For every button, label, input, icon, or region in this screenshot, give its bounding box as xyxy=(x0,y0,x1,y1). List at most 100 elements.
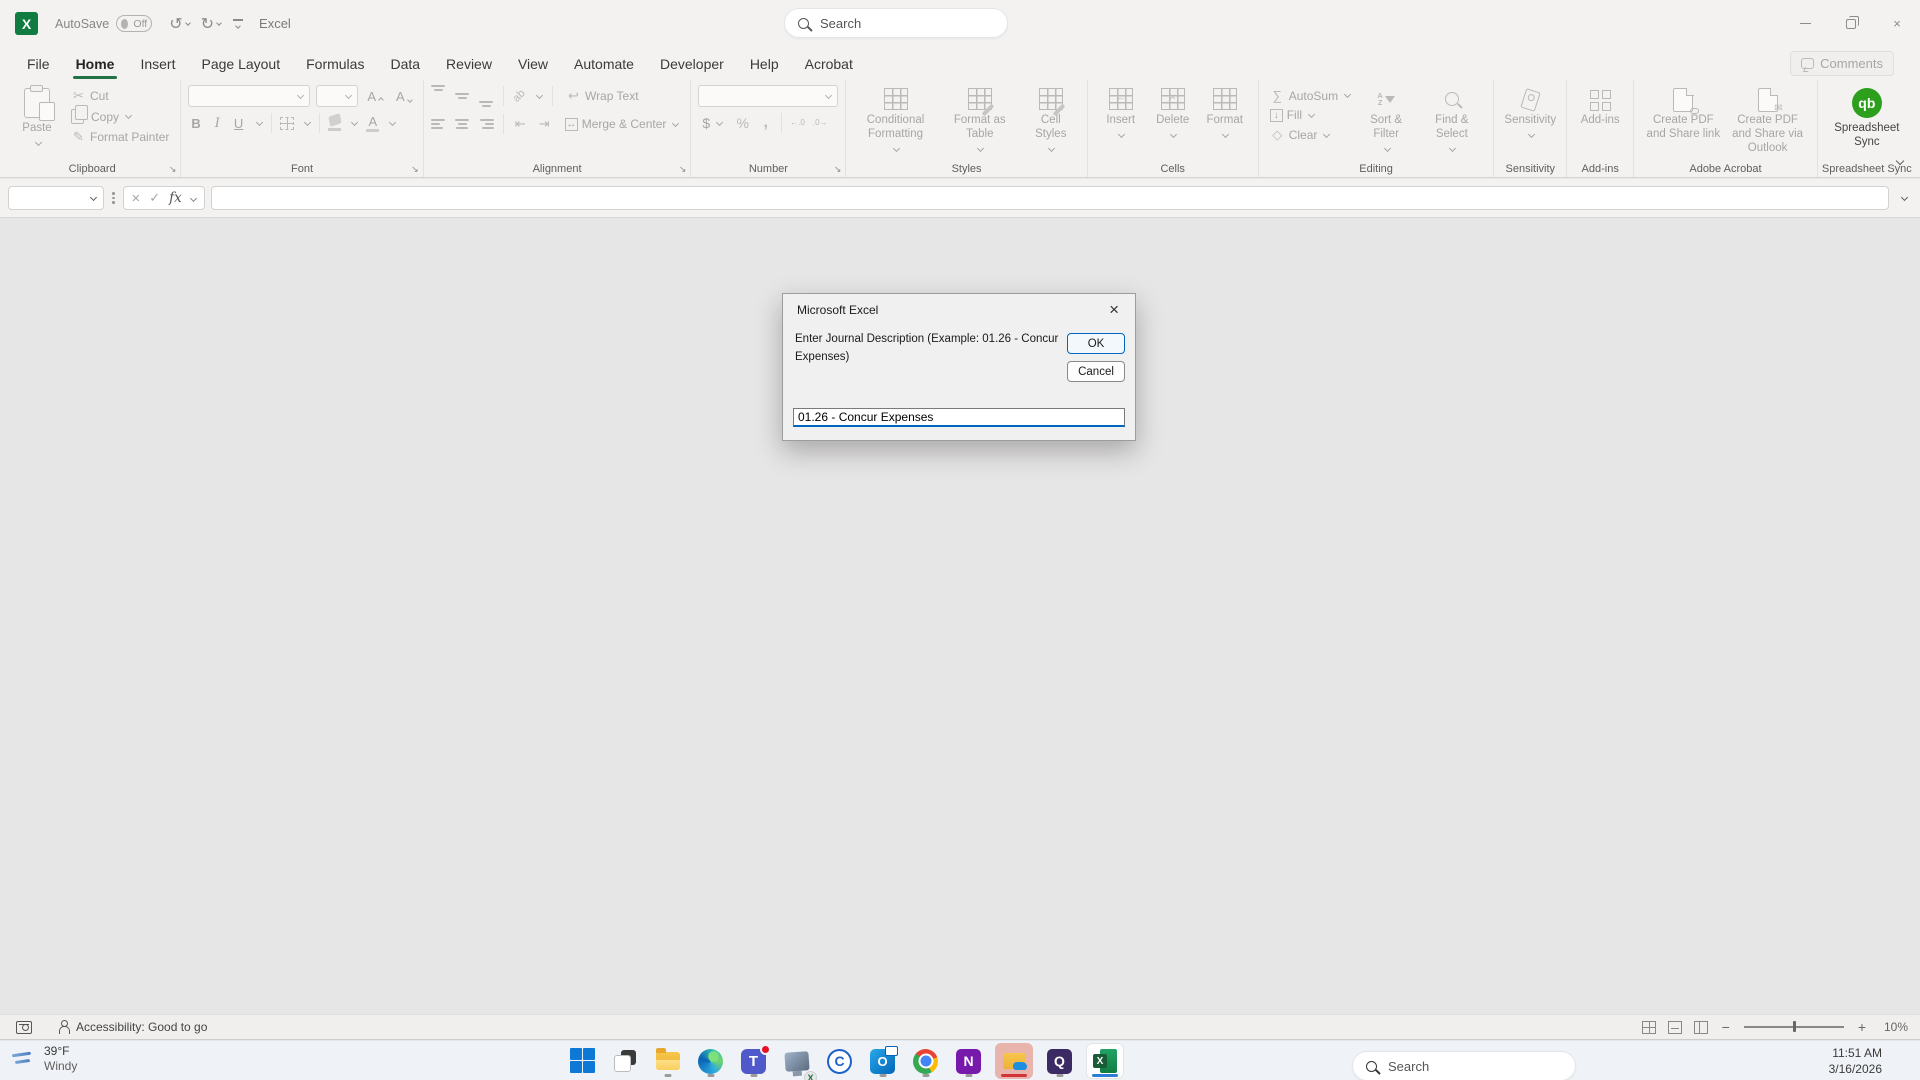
format-painter-button[interactable]: ✎Format Painter xyxy=(67,128,173,146)
tab-page-layout[interactable]: Page Layout xyxy=(188,49,293,79)
zoom-in-button[interactable]: + xyxy=(1856,1019,1868,1035)
tab-acrobat[interactable]: Acrobat xyxy=(792,49,866,79)
tab-file[interactable]: File xyxy=(14,49,63,79)
fill-color-button[interactable] xyxy=(328,115,341,131)
edge-button[interactable] xyxy=(694,1043,727,1079)
cancel-entry-icon[interactable]: × xyxy=(132,190,141,207)
minimize-button[interactable] xyxy=(1782,0,1828,47)
tab-data[interactable]: Data xyxy=(377,49,433,79)
chevron-down-icon[interactable] xyxy=(125,112,132,119)
enter-entry-icon[interactable]: ✓ xyxy=(149,190,160,206)
q-app-button[interactable]: Q xyxy=(1043,1043,1076,1079)
file-explorer-button[interactable] xyxy=(651,1043,684,1079)
chevron-down-icon[interactable] xyxy=(185,20,191,26)
font-dialog-launcher[interactable]: ↘ xyxy=(411,165,419,174)
align-center-icon[interactable] xyxy=(455,119,470,129)
increase-indent-icon[interactable]: ⇥ xyxy=(537,116,552,132)
close-button[interactable]: × xyxy=(1874,0,1920,47)
onenote-button[interactable]: N xyxy=(952,1043,985,1079)
delete-cells-button[interactable]: × Delete xyxy=(1147,85,1199,142)
cell-styles-button[interactable]: Cell Styles xyxy=(1022,85,1080,156)
ok-button[interactable]: OK xyxy=(1067,333,1125,354)
zoom-slider-thumb[interactable] xyxy=(1793,1021,1796,1032)
bottom-align-icon[interactable] xyxy=(479,101,494,107)
insert-function-button[interactable]: fx xyxy=(169,190,182,206)
spreadsheet-sync-button[interactable]: qb Spreadsheet Sync xyxy=(1825,85,1909,153)
chevron-down-icon[interactable] xyxy=(190,194,197,201)
increase-decimal-icon[interactable]: ←.0 xyxy=(790,119,805,127)
titlebar-search-box[interactable]: Search xyxy=(784,8,1008,38)
font-size-combo[interactable] xyxy=(316,85,358,107)
cancel-button[interactable]: Cancel xyxy=(1067,361,1125,382)
clipboard-dialog-launcher[interactable]: ↘ xyxy=(169,165,177,174)
autosum-button[interactable]: ∑AutoSum xyxy=(1266,87,1355,104)
shrink-font-button[interactable]: A xyxy=(393,89,416,104)
tab-formulas[interactable]: Formulas xyxy=(293,49,377,79)
bold-button[interactable]: B xyxy=(188,116,203,131)
macro-record-icon[interactable] xyxy=(16,1021,32,1034)
top-align-icon[interactable] xyxy=(431,85,446,91)
chevron-down-icon[interactable] xyxy=(536,91,543,98)
tab-developer[interactable]: Developer xyxy=(647,49,737,79)
name-box[interactable] xyxy=(8,186,104,210)
teams-button[interactable]: T xyxy=(737,1043,770,1079)
excel-app-icon[interactable]: X xyxy=(15,12,38,35)
chevron-down-icon[interactable] xyxy=(1323,130,1330,137)
chevron-down-icon[interactable] xyxy=(256,118,263,125)
sort-filter-button[interactable]: AZ Sort & Filter xyxy=(1355,85,1417,156)
italic-button[interactable]: I xyxy=(212,116,223,131)
start-button[interactable] xyxy=(568,1043,598,1079)
chevron-down-icon[interactable] xyxy=(34,139,41,146)
autosave-toggle[interactable]: Off xyxy=(116,15,152,32)
chevron-down-icon[interactable] xyxy=(304,118,311,125)
decrease-indent-icon[interactable]: ⇤ xyxy=(513,116,528,132)
zoom-out-button[interactable]: − xyxy=(1720,1019,1732,1035)
task-view-button[interactable] xyxy=(608,1043,641,1079)
decrease-decimal-icon[interactable]: .0→ xyxy=(813,119,828,127)
chevron-down-icon[interactable] xyxy=(389,118,396,125)
tab-insert[interactable]: Insert xyxy=(127,49,188,79)
zoom-slider[interactable] xyxy=(1744,1026,1844,1028)
borders-icon[interactable] xyxy=(280,117,294,130)
expand-formula-bar-button[interactable] xyxy=(1895,191,1912,205)
create-pdf-outlook-button[interactable]: ✉ Create PDF and Share via Outlook xyxy=(1725,85,1809,158)
chevron-down-icon[interactable] xyxy=(1344,91,1351,98)
create-pdf-share-link-button[interactable]: Create PDF and Share link xyxy=(1641,85,1725,145)
format-cells-button[interactable]: Format xyxy=(1199,85,1251,142)
taskbar-search-box[interactable]: Search xyxy=(1352,1051,1576,1080)
tab-home[interactable]: Home xyxy=(63,49,128,79)
copy-button[interactable]: Copy xyxy=(67,108,173,125)
excel-taskbar-button[interactable]: X xyxy=(1086,1043,1124,1079)
chevron-down-icon[interactable] xyxy=(716,118,723,125)
accessibility-status[interactable]: Accessibility: Good to go xyxy=(58,1020,207,1034)
chevron-down-icon[interactable] xyxy=(90,193,97,200)
onedrive-folder-button[interactable] xyxy=(995,1043,1033,1079)
undo-button[interactable]: ↺ xyxy=(166,12,193,36)
tab-automate[interactable]: Automate xyxy=(561,49,647,79)
align-left-icon[interactable] xyxy=(431,119,446,129)
chevron-down-icon[interactable] xyxy=(1308,110,1315,117)
cut-button[interactable]: ✂Cut xyxy=(67,87,173,105)
restore-button[interactable] xyxy=(1828,0,1874,47)
conditional-formatting-button[interactable]: Conditional Formatting xyxy=(853,85,937,156)
chevron-down-icon[interactable] xyxy=(351,118,358,125)
collapse-ribbon-button[interactable] xyxy=(1894,155,1904,169)
number-format-combo[interactable] xyxy=(698,85,838,107)
find-select-button[interactable]: Find & Select xyxy=(1417,85,1486,156)
grow-font-button[interactable]: A xyxy=(364,89,387,104)
comments-button[interactable]: Comments xyxy=(1790,51,1894,76)
addins-button[interactable]: Add-ins xyxy=(1574,85,1626,131)
number-dialog-launcher[interactable]: ↘ xyxy=(834,165,842,174)
page-break-view-button[interactable] xyxy=(1694,1021,1708,1034)
autosave-control[interactable]: AutoSave Off xyxy=(55,15,152,32)
chrome-button[interactable] xyxy=(909,1043,942,1079)
weather-widget[interactable]: 39°F Windy xyxy=(12,1044,77,1074)
dialog-close-button[interactable]: × xyxy=(1105,299,1123,320)
tab-view[interactable]: View xyxy=(505,49,561,79)
insert-cells-button[interactable]: ← Insert xyxy=(1095,85,1147,142)
wrap-text-button[interactable]: ↩Wrap Text xyxy=(562,87,643,105)
middle-align-icon[interactable] xyxy=(455,93,470,99)
underline-button[interactable]: U xyxy=(231,116,246,131)
alignment-dialog-launcher[interactable]: ↘ xyxy=(679,165,687,174)
dialog-text-input[interactable] xyxy=(793,408,1125,427)
